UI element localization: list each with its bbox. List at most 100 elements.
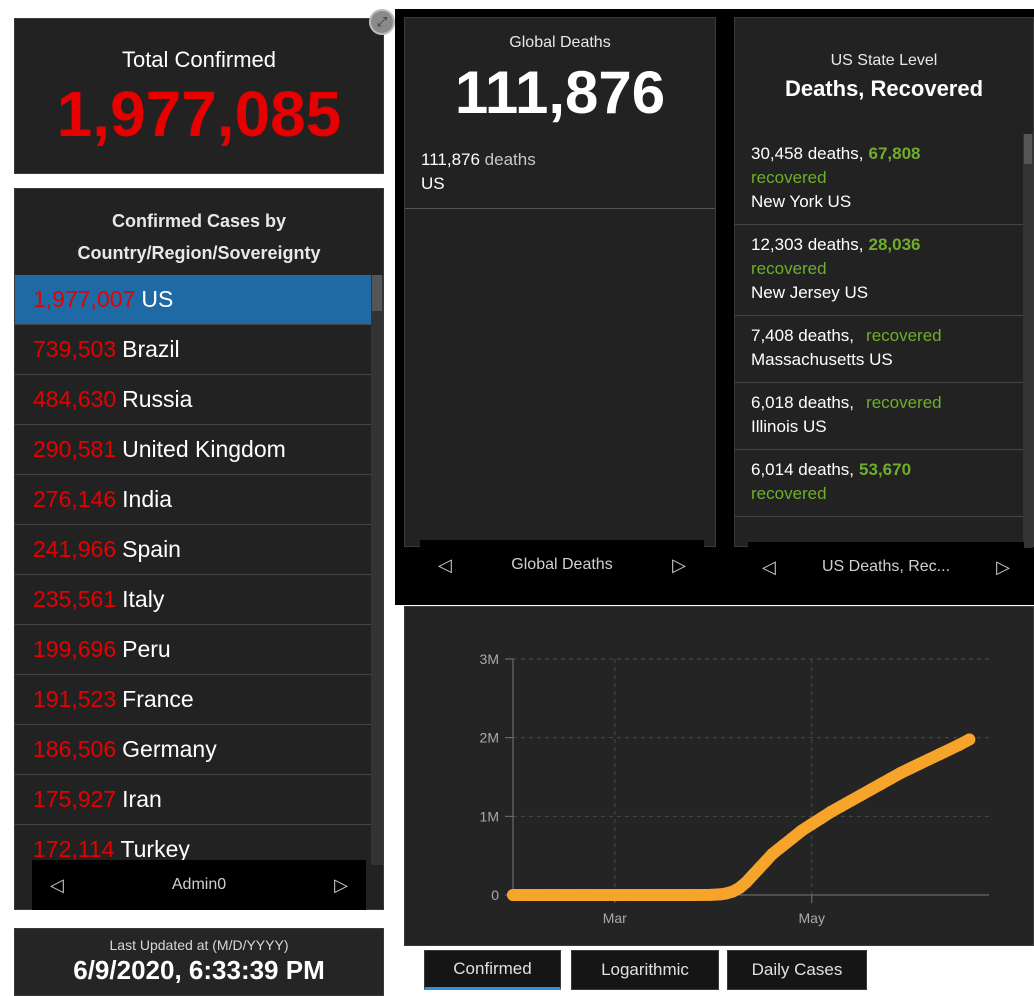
country-count: 484,630 xyxy=(33,386,117,412)
series-line xyxy=(507,733,976,901)
chart-tabs: Confirmed Logarithmic Daily Cases xyxy=(424,950,867,990)
y-tick-label: 2M xyxy=(480,730,499,746)
country-name: Peru xyxy=(122,636,171,662)
data-point xyxy=(654,889,667,901)
list-item[interactable]: 484,630 Russia xyxy=(15,375,371,425)
country-list-title-line1: Confirmed Cases by xyxy=(111,211,287,231)
us-state-panel: US State Level Deaths, Recovered 30,458 … xyxy=(734,17,1034,548)
us-state-title-big: Deaths, Recovered xyxy=(784,76,984,101)
list-item[interactable]: 6,018 deaths, recovered Illinois US xyxy=(735,383,1023,450)
list-item[interactable]: 235,561 Italy xyxy=(15,575,371,625)
list-item[interactable]: 111,876 deaths US xyxy=(405,136,715,196)
country-name: US xyxy=(141,286,174,312)
country-name: Iran xyxy=(122,786,162,812)
tab-daily-cases[interactable]: Daily Cases xyxy=(727,950,867,990)
us-state-scroll-thumb[interactable] xyxy=(1024,134,1032,164)
data-point xyxy=(605,889,618,901)
tab-logarithmic[interactable]: Logarithmic xyxy=(571,950,719,990)
list-item[interactable]: 276,146 India xyxy=(15,475,371,525)
list-item[interactable]: 199,696 Peru xyxy=(15,625,371,675)
state-recovered-count: 53,670 xyxy=(859,460,912,479)
us-state-scrollbar[interactable] xyxy=(1023,134,1033,548)
data-point xyxy=(671,889,684,901)
x-tick-label: May xyxy=(799,910,825,926)
data-point xyxy=(815,811,828,824)
last-updated-value: 6/9/2020, 6:33:39 PM xyxy=(73,955,325,985)
country-count: 175,927 xyxy=(33,786,117,812)
country-name: France xyxy=(122,686,194,712)
country-count: 191,523 xyxy=(33,686,117,712)
data-point xyxy=(621,889,634,901)
list-item[interactable]: 175,927 Iran xyxy=(15,775,371,825)
country-count: 235,561 xyxy=(33,586,117,612)
state-name: Illinois US xyxy=(751,417,827,436)
state-name: Massachusetts US xyxy=(751,350,893,369)
country-count: 186,506 xyxy=(33,736,117,762)
country-list-scrollbar[interactable] xyxy=(371,275,383,865)
data-point xyxy=(638,889,651,901)
chevron-right-icon[interactable]: ▷ xyxy=(334,875,348,896)
list-item[interactable]: 241,966 Spain xyxy=(15,525,371,575)
country-nav-bar: ◁ Admin0 ▷ xyxy=(32,860,366,910)
global-deaths-unit: deaths xyxy=(484,150,536,169)
global-deaths-panel: Global Deaths 111,876 111,876 deaths US xyxy=(404,17,716,547)
country-count: 1,977,007 xyxy=(33,286,136,312)
x-tick-label: Mar xyxy=(603,910,627,926)
list-item[interactable]: 191,523 France xyxy=(15,675,371,725)
country-count: 739,503 xyxy=(33,336,117,362)
us-state-nav-label: US Deaths, Rec... xyxy=(821,558,951,575)
state-deaths: 30,458 deaths, xyxy=(751,144,864,163)
country-list-title: Confirmed Cases by Country/Region/Sovere… xyxy=(15,205,383,269)
list-item[interactable]: 1,977,007 US xyxy=(15,275,371,325)
list-item[interactable]: 172,114 Turkey xyxy=(15,825,371,865)
total-confirmed-label: Total Confirmed xyxy=(121,47,277,72)
chevron-left-icon[interactable]: ◁ xyxy=(50,875,64,896)
state-recovered-label: recovered xyxy=(751,484,827,503)
total-confirmed-value: 1,977,085 xyxy=(56,78,342,150)
state-recovered-label: recovered xyxy=(866,393,942,412)
country-name: Russia xyxy=(122,386,193,412)
data-point xyxy=(795,824,808,837)
state-deaths: 6,014 deaths, xyxy=(751,460,855,479)
data-point xyxy=(556,889,569,901)
list-item[interactable]: 739,503 Brazil xyxy=(15,325,371,375)
state-recovered-count: 67,808 xyxy=(868,144,921,163)
country-list: 1,977,007 US 739,503 Brazil 484,630 Russia 290… xyxy=(15,275,371,865)
y-tick-label: 1M xyxy=(480,808,499,824)
data-point xyxy=(963,733,976,746)
country-count: 199,696 xyxy=(33,636,117,662)
chevron-right-icon[interactable]: ▷ xyxy=(672,555,686,576)
chevron-right-icon[interactable]: ▷ xyxy=(996,557,1010,578)
last-updated-label: Last Updated at (M/D/YYYY) xyxy=(109,937,289,953)
country-list-panel: Confirmed Cases by Country/Region/Sovere… xyxy=(14,188,384,910)
country-list-scroll-thumb[interactable] xyxy=(372,275,382,311)
data-point xyxy=(572,889,585,901)
y-tick-label: 0 xyxy=(491,887,499,903)
list-item[interactable]: 290,581 United Kingdom xyxy=(15,425,371,475)
chevron-left-icon[interactable]: ◁ xyxy=(438,555,452,576)
state-deaths: 6,018 deaths, xyxy=(751,393,855,412)
list-item[interactable]: 7,408 deaths, recovered Massachusetts US xyxy=(735,316,1023,383)
tab-confirmed[interactable]: Confirmed xyxy=(424,950,561,990)
data-point xyxy=(766,848,779,861)
expand-icon[interactable]: ⤢ xyxy=(369,9,395,35)
data-point xyxy=(523,889,536,901)
list-item[interactable]: 6,014 deaths, 53,670 recovered xyxy=(735,450,1023,517)
data-point xyxy=(507,889,519,901)
list-item[interactable]: 12,303 deaths, 28,036 recovered New Jersey … xyxy=(735,225,1023,316)
country-name: Germany xyxy=(122,736,217,762)
state-recovered-label: recovered xyxy=(751,259,827,278)
list-item[interactable]: 186,506 Germany xyxy=(15,725,371,775)
country-count: 172,114 xyxy=(33,836,115,862)
us-state-list: 30,458 deaths, 67,808 recovered New York US… xyxy=(735,134,1023,548)
state-name: New Jersey US xyxy=(751,283,869,302)
state-recovered-count: 28,036 xyxy=(868,235,921,254)
state-recovered-label: recovered xyxy=(866,326,942,345)
chevron-left-icon[interactable]: ◁ xyxy=(762,557,776,578)
chart-panel: 0 1M 2M 3M Mar May xyxy=(404,606,1034,946)
global-deaths-value: 111,876 xyxy=(454,59,666,126)
country-list-title-line2: Country/Region/Sovereignty xyxy=(77,243,321,263)
data-point xyxy=(786,832,799,845)
list-item[interactable]: 30,458 deaths, 67,808 recovered New York US xyxy=(735,134,1023,225)
country-name: Brazil xyxy=(122,336,180,362)
